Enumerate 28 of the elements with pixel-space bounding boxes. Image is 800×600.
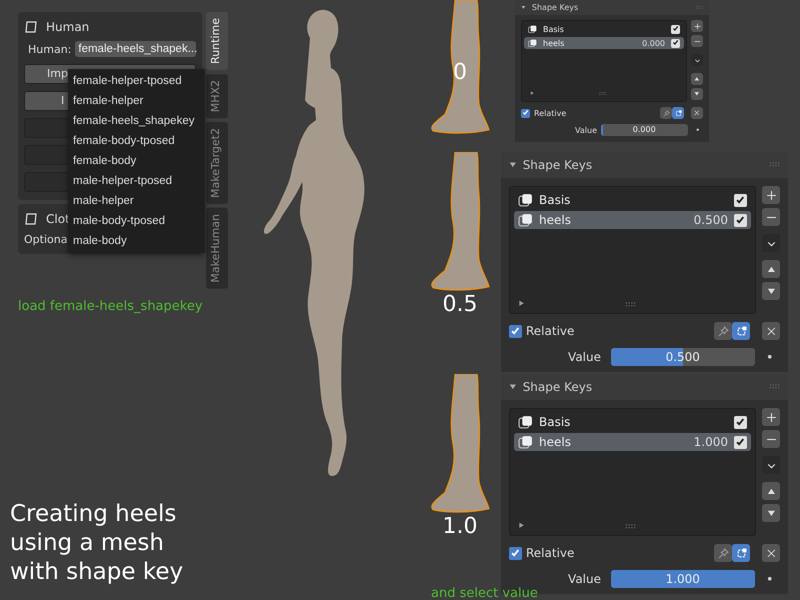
shape-key-value: 0.000 <box>642 38 665 48</box>
shape-key-name: heels <box>539 435 572 449</box>
panel-hint: Optiona <box>24 233 68 246</box>
title-text: Creating heels using a mesh with shape key <box>10 500 184 587</box>
relative-label: Relative <box>526 546 576 560</box>
panel-title: Human <box>46 20 90 34</box>
panel-title: Shape Keys <box>532 3 580 12</box>
shape-key-value: 0.500 <box>694 213 728 227</box>
value-caption: 0 <box>453 60 467 85</box>
shape-key-name: Basis <box>543 24 565 34</box>
shape-key-name: heels <box>539 213 572 227</box>
value-label: Value <box>574 126 597 134</box>
value-label: Value <box>567 572 601 586</box>
shape-key-value: 1.000 <box>694 435 728 449</box>
shape-key-name: Basis <box>539 193 572 207</box>
relative-label: Relative <box>534 108 568 118</box>
value-caption: 1.0 <box>442 514 478 539</box>
shape-key-name: heels <box>543 38 566 48</box>
value-caption: 0.5 <box>442 292 478 317</box>
caption: and select value <box>431 586 539 600</box>
caption: load female-heels_shapekey <box>18 298 204 314</box>
panel-title: Shape Keys <box>522 380 594 394</box>
shape-key-name: Basis <box>539 415 572 429</box>
panel-title: Shape Keys <box>522 158 594 172</box>
field-label: Human: <box>28 42 72 56</box>
value-label: Value <box>567 350 601 364</box>
panel-title: Clot <box>46 212 70 226</box>
relative-label: Relative <box>526 324 576 338</box>
